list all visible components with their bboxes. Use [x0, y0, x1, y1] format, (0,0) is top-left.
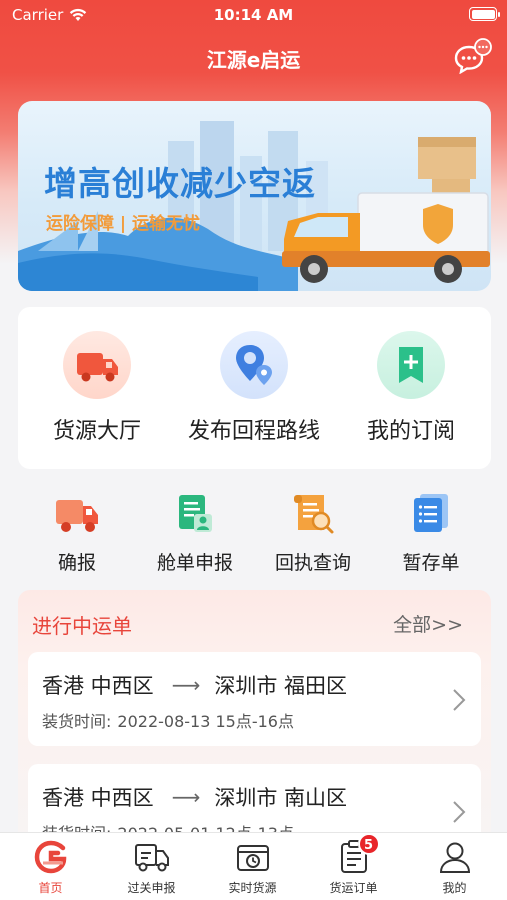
clipboard-icon: 5	[334, 833, 380, 875]
document-user-icon	[172, 492, 218, 536]
nav-bar: 江源e启运	[0, 34, 507, 82]
page-title: 江源e启运	[206, 48, 301, 72]
tab-label: 实时货源	[228, 881, 277, 895]
section-title: 进行中运单	[32, 614, 132, 638]
notification-badge: 5	[357, 833, 380, 855]
origin: 香港 中西区	[42, 786, 154, 810]
home-logo-icon	[31, 839, 71, 875]
cargo-hall-button[interactable]: 货源大厅	[22, 331, 172, 445]
tab-mine[interactable]: 我的	[404, 839, 505, 896]
tab-label: 货运订单	[329, 881, 378, 895]
truck-icon	[63, 331, 131, 399]
battery-icon	[469, 7, 500, 21]
message-button[interactable]	[453, 38, 493, 75]
clock: 10:14 AM	[213, 6, 294, 24]
banner-subline: 运险保障 | 运输无忧	[46, 214, 201, 234]
main-actions-card: 货源大厅 发布回程路线 我的订阅	[18, 307, 491, 469]
bookmark-plus-icon	[377, 331, 445, 399]
chevron-right-icon	[453, 801, 466, 823]
main-action-label: 发布回程路线	[187, 419, 320, 444]
destination: 深圳市 福田区	[214, 674, 348, 698]
cargo-clock-icon	[233, 839, 273, 875]
quick-actions-row: 确报 舱单申报 回执查询 暂存单	[18, 492, 491, 576]
tab-label: 我的	[442, 881, 467, 895]
tab-label: 首页	[38, 881, 63, 895]
route: 香港 中西区 ⟶ 深圳市 福田区	[42, 670, 347, 700]
main-action-label: 货源大厅	[52, 419, 141, 444]
load-time-label: 装货时间:	[42, 712, 112, 731]
main-action-label: 我的订阅	[366, 419, 455, 444]
tab-customs-declare[interactable]: 过关申报	[101, 839, 202, 896]
destination: 深圳市 南山区	[214, 786, 348, 810]
quick-action-label: 确报	[57, 552, 96, 574]
tab-label: 过关申报	[127, 881, 176, 895]
chevron-right-icon	[453, 689, 466, 711]
status-bar: Carrier 10:14 AM	[0, 0, 507, 30]
draft-order-button[interactable]: 暂存单	[372, 492, 490, 575]
person-icon	[435, 839, 475, 875]
quick-action-label: 回执查询	[274, 552, 351, 574]
promo-banner[interactable]: 增高创收减少空返 运险保障 | 运输无忧	[18, 101, 491, 291]
tab-home[interactable]: 首页	[0, 839, 101, 896]
tab-freight-orders[interactable]: 5 货运订单	[303, 833, 404, 896]
origin: 香港 中西区	[42, 674, 154, 698]
chat-bubble-icon	[454, 38, 492, 75]
load-time-value: 2022-08-13 15点-16点	[117, 712, 294, 731]
truck-declare-icon	[132, 839, 172, 875]
load-time: 装货时间: 2022-08-13 15点-16点	[42, 708, 294, 732]
quick-action-label: 舱单申报	[156, 552, 233, 574]
arrow-right-icon: ⟶	[171, 785, 201, 809]
order-card[interactable]: 香港 中西区 ⟶ 深圳市 福田区 装货时间: 2022-08-13 15点-16点	[28, 652, 481, 746]
tab-realtime-cargo[interactable]: 实时货源	[202, 839, 303, 896]
quick-action-label: 暂存单	[402, 552, 460, 574]
list-document-icon	[408, 492, 454, 536]
manifest-declare-button[interactable]: 舱单申报	[136, 492, 254, 575]
publish-return-route-button[interactable]: 发布回程路线	[179, 331, 329, 445]
location-pin-icon	[220, 331, 288, 399]
in-progress-orders-section: 进行中运单 全部>> 香港 中西区 ⟶ 深圳市 福田区 装货时间: 2022-08…	[18, 590, 491, 850]
route: 香港 中西区 ⟶ 深圳市 南山区	[42, 782, 347, 812]
view-all-link[interactable]: 全部>>	[393, 610, 463, 637]
my-subscription-button[interactable]: 我的订阅	[336, 331, 486, 445]
banner-headline: 增高创收减少空返	[44, 164, 316, 203]
confirm-report-button[interactable]: 确报	[18, 492, 136, 575]
receipt-search-icon	[290, 492, 336, 536]
arrow-right-icon: ⟶	[171, 673, 201, 697]
receipt-query-button[interactable]: 回执查询	[254, 492, 372, 575]
tab-bar: 首页 过关申报 实时货源 5 货运订单 我的	[0, 832, 507, 900]
truck-icon	[54, 492, 100, 536]
